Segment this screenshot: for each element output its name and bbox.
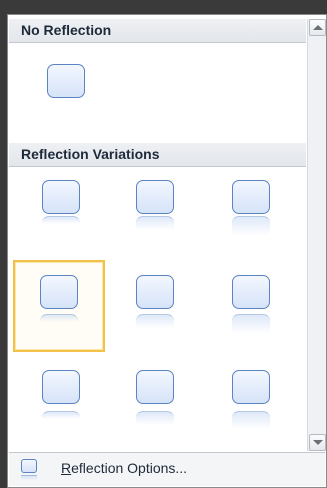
scroll-down-button[interactable] [309,434,326,451]
reflection-gallery: No Reflection Reflection Variations Refl… [7,14,327,488]
shape-preview [136,370,174,404]
reflection-preview [232,314,270,334]
reflection-options-menu-item[interactable]: Reflection Options... [9,452,325,486]
shape-preview [42,370,80,404]
gallery-item-reflection-2[interactable] [109,165,201,257]
reflection-preview [42,411,80,419]
reflection-preview [136,411,174,425]
reflection-options-label-rest: eflection Options... [71,460,188,476]
vertical-scrollbar[interactable] [307,19,326,451]
section-header-no-reflection: No Reflection [9,19,306,43]
shape-preview [136,275,174,309]
reflection-options-icon-reflection [21,475,37,480]
shape-preview [136,180,174,214]
gallery-item-no-reflection[interactable] [20,49,112,141]
shape-preview [232,370,270,404]
reflection-options-accelerator: R [61,460,72,476]
reflection-preview [232,216,270,236]
gallery-item-reflection-3[interactable] [205,165,297,257]
reflection-options-icon [21,459,37,473]
gallery-item-reflection-7[interactable] [15,355,107,447]
reflection-preview [42,216,80,224]
gallery-item-reflection-6[interactable] [205,260,297,352]
shape-preview [47,64,85,98]
reflection-preview [40,314,78,322]
gallery-item-reflection-4[interactable] [13,260,105,352]
shape-preview [232,275,270,309]
reflection-options-label: Reflection Options... [61,460,187,476]
shape-preview [40,275,78,309]
arrow-down-icon [313,440,323,445]
section-header-reflection-variations: Reflection Variations [9,143,306,167]
shape-preview [232,180,270,214]
reflection-preview [232,411,270,429]
gallery-item-reflection-1[interactable] [15,165,107,257]
gallery-item-reflection-5[interactable] [109,260,201,352]
reflection-preview [136,216,174,230]
arrow-up-icon [313,25,323,30]
gallery-item-reflection-8[interactable] [109,355,201,447]
reflection-preview [136,314,174,328]
gallery-item-reflection-9[interactable] [205,355,297,447]
scroll-up-button[interactable] [309,19,326,36]
shape-preview [42,180,80,214]
